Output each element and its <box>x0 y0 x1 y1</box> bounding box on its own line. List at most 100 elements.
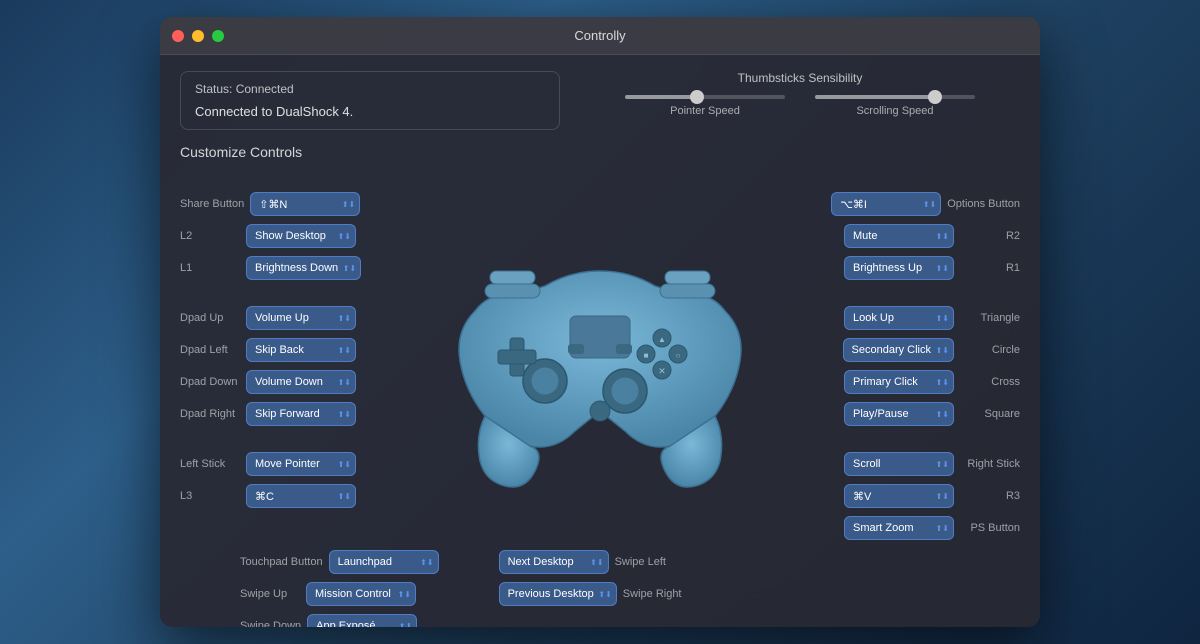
circle-dropdown[interactable]: Secondary Click <box>843 338 954 362</box>
l3-row: L3 ⌘C <box>180 482 400 510</box>
circle-row: Secondary Click Circle <box>800 336 1020 364</box>
dpad-down-dropdown[interactable]: Volume Down <box>246 370 356 394</box>
left-stick-label: Left Stick <box>180 458 240 470</box>
ps-button-dropdown[interactable]: Smart Zoom <box>844 516 954 540</box>
r3-row: ⌘V R3 <box>800 482 1020 510</box>
swipe-down-dropdown[interactable]: App Exposé <box>307 614 417 627</box>
dpad-up-label: Dpad Up <box>180 312 240 324</box>
triangle-dropdown[interactable]: Look Up <box>844 306 954 330</box>
r1-label: R1 <box>960 262 1020 274</box>
scrolling-speed-track[interactable] <box>815 95 975 99</box>
scrolling-speed-group: Scrolling Speed <box>815 95 975 117</box>
share-button-dropdown[interactable]: ⇧⌘N <box>250 192 360 216</box>
r3-label: R3 <box>960 490 1020 502</box>
right-controls: ⌥⌘I Options Button Mute R2 Brightness Up… <box>800 170 1020 542</box>
touchpad-button-label: Touchpad Button <box>240 556 323 568</box>
triangle-row: Look Up Triangle <box>800 304 1020 332</box>
dpad-up-row: Dpad Up Volume Up <box>180 304 400 332</box>
swipe-left-row: Next Desktop Swipe Left <box>499 548 683 576</box>
options-button-dropdown[interactable]: ⌥⌘I <box>831 192 941 216</box>
r1-row: Brightness Up R1 <box>800 254 1020 282</box>
dpad-left-label: Dpad Left <box>180 344 240 356</box>
swipe-right-row: Previous Desktop Swipe Right <box>499 580 683 608</box>
cross-row: Primary Click Cross <box>800 368 1020 396</box>
svg-text:○: ○ <box>676 351 681 360</box>
r3-dropdown[interactable]: ⌘V <box>844 484 954 508</box>
swipe-down-label: Swipe Down <box>240 620 301 627</box>
l2-row: L2 Show Desktop <box>180 222 400 250</box>
bottom-right-controls: Next Desktop Swipe Left Previous Desktop… <box>499 548 683 627</box>
maximize-button[interactable] <box>212 30 224 42</box>
minimize-button[interactable] <box>192 30 204 42</box>
main-window: Controlly Status: Connected Connected to… <box>160 17 1040 627</box>
swipe-down-row: Swipe Down App Exposé <box>240 612 439 627</box>
options-button-row: ⌥⌘I Options Button <box>800 190 1020 218</box>
swipe-up-dropdown[interactable]: Mission Control <box>306 582 416 606</box>
window-title: Controlly <box>574 28 625 43</box>
r1-dropdown[interactable]: Brightness Up <box>844 256 954 280</box>
dpad-down-label: Dpad Down <box>180 376 240 388</box>
square-label: Square <box>960 408 1020 420</box>
swipe-right-dropdown[interactable]: Previous Desktop <box>499 582 617 606</box>
l1-dropdown[interactable]: Brightness Down <box>246 256 361 280</box>
r2-dropdown[interactable]: Mute <box>844 224 954 248</box>
r2-label: R2 <box>960 230 1020 242</box>
l2-label: L2 <box>180 230 240 242</box>
touchpad-button-dropdown[interactable]: Launchpad <box>329 550 439 574</box>
right-stick-dropdown[interactable]: Scroll <box>844 452 954 476</box>
content-area: Status: Connected Connected to DualShock… <box>160 55 1040 627</box>
status-value: Connected to DualShock 4. <box>195 104 545 119</box>
swipe-left-label: Swipe Left <box>615 556 675 568</box>
right-stick-label: Right Stick <box>960 458 1020 470</box>
share-button-label: Share Button <box>180 198 244 210</box>
customize-controls-title: Customize Controls <box>180 144 1020 160</box>
traffic-lights <box>172 30 224 42</box>
dpad-right-label: Dpad Right <box>180 408 240 420</box>
pointer-speed-group: Pointer Speed <box>625 95 785 117</box>
pointer-speed-track[interactable] <box>625 95 785 99</box>
svg-text:✕: ✕ <box>658 366 666 376</box>
swipe-up-row: Swipe Up Mission Control <box>240 580 439 608</box>
l3-label: L3 <box>180 490 240 502</box>
ps-button-label: PS Button <box>960 522 1020 534</box>
sliders-row: Pointer Speed Scrolling Speed <box>580 95 1020 117</box>
dpad-up-dropdown[interactable]: Volume Up <box>246 306 356 330</box>
l2-dropdown[interactable]: Show Desktop <box>246 224 356 248</box>
thumbstick-title: Thumbsticks Sensibility <box>580 71 1020 85</box>
scrolling-speed-label: Scrolling Speed <box>856 105 933 117</box>
ps-button-row: Smart Zoom PS Button <box>800 514 1020 542</box>
status-label: Status: Connected <box>195 82 545 96</box>
share-button-row: Share Button ⇧⌘N <box>180 190 400 218</box>
triangle-label: Triangle <box>960 312 1020 324</box>
l3-dropdown[interactable]: ⌘C <box>246 484 356 508</box>
left-stick-row: Left Stick Move Pointer <box>180 450 400 478</box>
close-button[interactable] <box>172 30 184 42</box>
r2-row: Mute R2 <box>800 222 1020 250</box>
titlebar: Controlly <box>160 17 1040 55</box>
bottom-controls: Touchpad Button Launchpad Swipe Up Missi… <box>180 548 1020 627</box>
square-dropdown[interactable]: Play/Pause <box>844 402 954 426</box>
l1-row: L1 Brightness Down <box>180 254 400 282</box>
cross-dropdown[interactable]: Primary Click <box>844 370 954 394</box>
top-section: Status: Connected Connected to DualShock… <box>180 71 1020 130</box>
controller-image: ▲ ○ ✕ ■ <box>430 216 770 496</box>
circle-label: Circle <box>960 344 1020 356</box>
cross-label: Cross <box>960 376 1020 388</box>
dpad-down-row: Dpad Down Volume Down <box>180 368 400 396</box>
dpad-right-dropdown[interactable]: Skip Forward <box>246 402 356 426</box>
swipe-right-label: Swipe Right <box>623 588 683 600</box>
options-button-label: Options Button <box>947 198 1020 210</box>
left-stick-dropdown[interactable]: Move Pointer <box>246 452 356 476</box>
swipe-up-label: Swipe Up <box>240 588 300 600</box>
dpad-left-dropdown[interactable]: Skip Back <box>246 338 356 362</box>
pointer-speed-label: Pointer Speed <box>670 105 740 117</box>
dpad-left-row: Dpad Left Skip Back <box>180 336 400 364</box>
swipe-left-dropdown[interactable]: Next Desktop <box>499 550 609 574</box>
l1-label: L1 <box>180 262 240 274</box>
controller-area: ▲ ○ ✕ ■ <box>400 170 800 542</box>
bottom-left-controls: Touchpad Button Launchpad Swipe Up Missi… <box>240 548 439 627</box>
svg-text:▲: ▲ <box>658 335 666 344</box>
controls-layout: Share Button ⇧⌘N L2 Show Desktop L1 Brig… <box>180 170 1020 542</box>
status-box: Status: Connected Connected to DualShock… <box>180 71 560 130</box>
touchpad-button-row: Touchpad Button Launchpad <box>240 548 439 576</box>
